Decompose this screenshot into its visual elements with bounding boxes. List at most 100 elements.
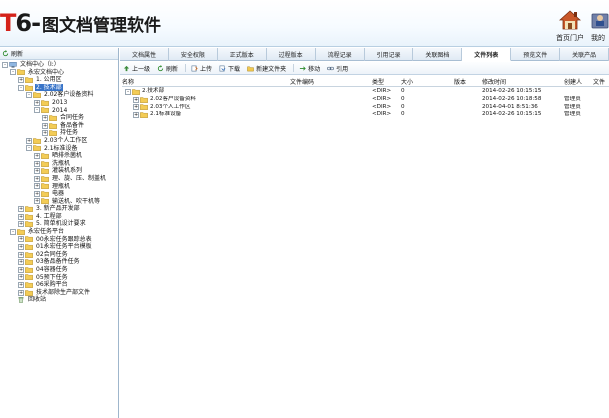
file-list-grid: 名称 文件编码 类型 大小 版本 修改时间 创建人 文件 - 2.技术部 <DI… bbox=[122, 78, 609, 418]
tree-node[interactable]: +04容器任务 bbox=[0, 266, 118, 274]
collapse-icon[interactable]: - bbox=[26, 145, 32, 152]
expand-icon[interactable]: + bbox=[34, 168, 40, 175]
move-button[interactable]: 移动 bbox=[299, 64, 320, 73]
tree-node[interactable]: - 文档中心（I:） bbox=[0, 61, 118, 69]
column-header-size[interactable]: 大小 bbox=[401, 78, 453, 87]
tree-node[interactable]: + 合同任务 bbox=[0, 114, 118, 122]
expand-icon[interactable]: + bbox=[18, 266, 24, 273]
tree-node[interactable]: + 理、旋、压、制盖机 bbox=[0, 175, 118, 183]
column-header-name[interactable]: 名称 bbox=[122, 78, 290, 87]
home-portal-button[interactable]: 首页门户 bbox=[552, 9, 588, 45]
my-button[interactable]: 我的 bbox=[591, 9, 609, 45]
logo-dash: - bbox=[31, 9, 41, 37]
tab-2[interactable]: 正式版本 bbox=[218, 48, 267, 61]
expand-icon[interactable]: + bbox=[34, 175, 40, 182]
expand-icon[interactable]: + bbox=[42, 114, 48, 121]
tree-node[interactable]: +2.03个人工作区 bbox=[0, 137, 118, 145]
tree-node[interactable]: + 技术部除生产部文件 bbox=[0, 289, 118, 297]
tree-node-label: 5. 简单机设计要求 bbox=[36, 220, 86, 228]
new-folder-button[interactable]: 新建文件夹 bbox=[247, 64, 286, 73]
tree-node[interactable]: + 持任务 bbox=[0, 129, 118, 137]
expand-icon[interactable]: + bbox=[18, 289, 24, 296]
download-button[interactable]: 下载 bbox=[219, 64, 240, 73]
tree-node[interactable]: +06采购平台 bbox=[0, 281, 118, 289]
expand-icon[interactable]: + bbox=[18, 221, 24, 228]
column-header-modified[interactable]: 修改时间 bbox=[482, 78, 564, 87]
tree-refresh-button[interactable]: 刷新 bbox=[0, 48, 118, 60]
upload-button[interactable]: 上传 bbox=[191, 64, 212, 73]
expand-icon[interactable]: + bbox=[42, 122, 48, 129]
tree-node[interactable]: - 2.02客户设备资料 bbox=[0, 91, 118, 99]
tree-node[interactable]: + 灌装机系列 bbox=[0, 167, 118, 175]
reference-button[interactable]: 引用 bbox=[327, 64, 348, 73]
tab-5[interactable]: 引用记录 bbox=[365, 48, 414, 61]
expand-icon[interactable]: + bbox=[42, 130, 48, 137]
expand-icon[interactable]: + bbox=[18, 251, 24, 258]
expand-icon[interactable]: + bbox=[34, 190, 40, 197]
expand-icon[interactable]: + bbox=[26, 137, 32, 144]
tree-node[interactable]: 回收站 bbox=[0, 296, 118, 304]
expand-icon[interactable]: + bbox=[18, 244, 24, 251]
tree-node[interactable]: + 理瓶机 bbox=[0, 183, 118, 191]
expand-icon[interactable]: + bbox=[34, 152, 40, 159]
expand-icon[interactable]: + bbox=[18, 259, 24, 266]
column-header-code[interactable]: 文件编码 bbox=[290, 78, 370, 87]
tree-node[interactable]: + 电器 bbox=[0, 190, 118, 198]
tab-1[interactable]: 安全权限 bbox=[169, 48, 218, 61]
up-level-button[interactable]: 上一级 bbox=[123, 64, 150, 73]
expand-icon[interactable]: + bbox=[34, 99, 40, 106]
expand-icon[interactable]: + bbox=[18, 213, 24, 220]
table-row-root[interactable]: - 2.技术部 <DIR> 0 2014-02-26 10:15:15 bbox=[122, 87, 609, 96]
expand-icon[interactable]: + bbox=[34, 160, 40, 167]
tab-8[interactable]: 预览文件 bbox=[511, 48, 561, 61]
tab-4[interactable]: 流程记录 bbox=[316, 48, 365, 61]
tab-3[interactable]: 过程版本 bbox=[267, 48, 316, 61]
folder-icon bbox=[140, 112, 148, 118]
table-row[interactable]: +2.02客户设备资料 <DIR> 0 2014-02-26 10:18:58 管理员 bbox=[122, 96, 609, 104]
expand-icon[interactable]: + bbox=[133, 111, 139, 118]
tree-node[interactable]: + 备品备件 bbox=[0, 122, 118, 130]
table-row[interactable]: +2.1标准设备 <DIR> 0 2014-02-26 10:15:15 管理员 bbox=[122, 111, 609, 119]
expand-icon[interactable]: + bbox=[18, 76, 24, 83]
tree-node[interactable]: + 晒排杀菌机 bbox=[0, 152, 118, 160]
up-level-label: 上一级 bbox=[132, 65, 151, 73]
tab-9[interactable]: 关联产品 bbox=[560, 48, 609, 61]
tree-node[interactable]: +3. 新产品开发部 bbox=[0, 205, 118, 213]
table-row[interactable]: +2.03个人工作区 <DIR> 0 2014-04-01 8:51:36 管理员 bbox=[122, 104, 609, 112]
collapse-icon[interactable]: - bbox=[10, 228, 16, 235]
column-header-version[interactable]: 版本 bbox=[454, 78, 482, 87]
expand-icon[interactable]: + bbox=[34, 183, 40, 190]
collapse-icon[interactable]: - bbox=[26, 92, 32, 99]
collapse-icon[interactable]: - bbox=[10, 69, 16, 76]
tree-node[interactable]: - 2.1标准设备 bbox=[0, 145, 118, 153]
tree-node[interactable]: +03备品备件任务 bbox=[0, 258, 118, 266]
expand-icon[interactable]: + bbox=[18, 236, 24, 243]
column-header-file[interactable]: 文件 bbox=[593, 78, 609, 87]
folder-tree: - 文档中心（I:） - 永宏文档中心 +1. 公用区 -2. 技术部 -2.02客户设备资… bbox=[0, 60, 118, 304]
tree-node[interactable]: +1. 公用区 bbox=[0, 76, 118, 84]
tree-node[interactable]: - 永宏任务平台 bbox=[0, 228, 118, 236]
expand-icon[interactable]: + bbox=[133, 104, 139, 111]
tab-0[interactable]: 文档属性 bbox=[120, 48, 169, 61]
collapse-icon[interactable]: - bbox=[2, 61, 8, 68]
expand-icon[interactable]: + bbox=[18, 274, 24, 281]
expand-icon[interactable]: + bbox=[34, 198, 40, 205]
tab-6[interactable]: 关联图档 bbox=[413, 48, 463, 61]
tree-node[interactable]: +5. 简单机设计要求 bbox=[0, 220, 118, 228]
expand-icon[interactable]: + bbox=[18, 282, 24, 289]
collapse-icon[interactable]: - bbox=[125, 88, 131, 95]
tree-node[interactable]: - 永宏文档中心 bbox=[0, 69, 118, 77]
collapse-icon[interactable]: - bbox=[18, 84, 24, 91]
collapse-icon[interactable]: - bbox=[34, 107, 40, 114]
tree-node-label: 2.1标准设备 bbox=[44, 144, 78, 152]
toolbar-separator bbox=[185, 64, 187, 72]
tree-node[interactable]: +01永宏任务平台模板 bbox=[0, 243, 118, 251]
tree-node[interactable]: +2013 bbox=[0, 99, 118, 107]
expand-icon[interactable]: + bbox=[133, 96, 139, 103]
column-header-creator[interactable]: 创建人 bbox=[564, 78, 592, 87]
tab-7[interactable]: 文件列表 bbox=[462, 48, 512, 61]
expand-icon[interactable]: + bbox=[18, 206, 24, 213]
refresh-button[interactable]: 刷新 bbox=[157, 64, 178, 73]
tree-node[interactable]: -2014 bbox=[0, 107, 118, 115]
column-header-type[interactable]: 类型 bbox=[372, 78, 400, 87]
